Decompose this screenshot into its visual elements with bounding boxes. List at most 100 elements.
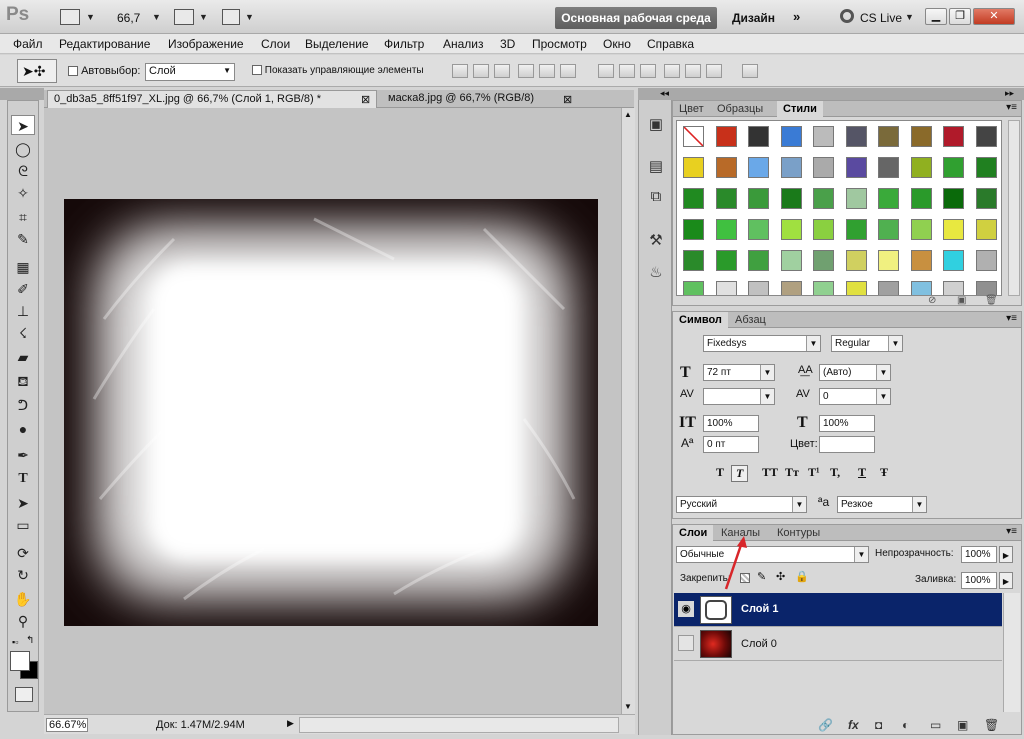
lock-image-icon[interactable]: ✎ [757, 570, 766, 583]
history-panel-icon[interactable]: ⧉ [644, 186, 668, 208]
arrange-documents-icon[interactable] [174, 9, 194, 25]
status-menu-arrow-icon[interactable]: ▶ [287, 718, 294, 729]
style-swatch[interactable] [813, 126, 834, 147]
style-swatch[interactable] [780, 281, 802, 295]
style-swatch[interactable] [715, 126, 737, 147]
paint-bucket-tool-icon[interactable]: ⛾ [11, 371, 35, 391]
blend-mode-dropdown[interactable]: Обычные [676, 546, 869, 563]
tab-styles[interactable]: Стили [777, 101, 823, 117]
layer-row-layer1[interactable]: ◉ Слой 1 [674, 593, 1002, 627]
style-swatch[interactable] [878, 281, 899, 295]
magic-wand-tool-icon[interactable]: ✧ [11, 183, 35, 203]
align-bottom-icon[interactable] [494, 64, 510, 78]
chevron-down-icon[interactable]: ▼ [905, 12, 914, 22]
lock-all-icon[interactable]: 🔒 [795, 570, 809, 583]
styles-scrollbar[interactable] [1008, 120, 1020, 296]
style-swatch[interactable] [878, 126, 899, 147]
tab-layers[interactable]: Слои [673, 525, 714, 541]
menu-help[interactable]: Справка [647, 37, 694, 51]
tab-character[interactable]: Символ [673, 312, 728, 328]
menu-window[interactable]: Окно [603, 37, 631, 51]
style-swatch[interactable] [748, 250, 769, 271]
eye-visibility-icon[interactable]: ◉ [678, 601, 694, 617]
style-swatch[interactable] [715, 157, 737, 178]
distribute-vcenter-icon[interactable] [619, 64, 635, 78]
style-swatch[interactable] [943, 219, 964, 240]
default-colors-icon[interactable]: ▪▫ [12, 637, 18, 647]
style-swatch[interactable] [878, 188, 899, 209]
style-swatch[interactable] [813, 188, 834, 209]
style-swatch[interactable] [683, 126, 704, 147]
tab-color[interactable]: Цвет [673, 101, 710, 117]
align-top-icon[interactable] [452, 64, 468, 78]
style-swatch[interactable] [748, 188, 769, 209]
move-tool-icon[interactable]: ➤ [11, 115, 35, 135]
lock-position-icon[interactable]: ✣ [776, 570, 785, 583]
tab-swatches[interactable]: Образцы [711, 101, 769, 117]
layer-style-fx-icon[interactable]: fx [848, 718, 859, 732]
style-swatch[interactable] [845, 188, 867, 209]
style-swatch[interactable] [683, 157, 704, 178]
crop-tool-icon[interactable]: ⌗ [11, 207, 35, 227]
opacity-field[interactable]: 100% [961, 546, 997, 563]
tab-paths[interactable]: Контуры [771, 525, 826, 541]
show-transform-controls-checkbox[interactable] [252, 65, 262, 76]
distribute-bottom-icon[interactable] [640, 64, 656, 78]
align-hcenter-icon[interactable] [539, 64, 555, 78]
strikethrough-button[interactable]: Ŧ [880, 465, 888, 480]
link-layers-icon[interactable]: 🔗 [818, 718, 833, 732]
style-swatch[interactable] [975, 250, 997, 271]
menu-3d[interactable]: 3D [500, 37, 515, 51]
style-swatch[interactable] [845, 281, 867, 295]
clear-style-icon[interactable]: ⊘ [928, 295, 936, 306]
swap-colors-icon[interactable]: ↰ [26, 635, 34, 646]
delete-layer-icon[interactable]: 🗑 [984, 718, 999, 732]
visibility-toggle-empty[interactable] [678, 635, 694, 651]
subscript-button[interactable]: T, [830, 465, 840, 480]
new-style-icon[interactable]: ▣ [957, 295, 966, 306]
style-swatch[interactable] [813, 157, 834, 178]
zoom-tool-icon[interactable]: ⚲ [11, 611, 35, 631]
healing-brush-tool-icon[interactable]: ▦ [11, 257, 35, 277]
style-swatch[interactable] [683, 188, 704, 209]
style-swatch[interactable] [910, 250, 932, 271]
dodge-tool-icon[interactable]: ᕤ [11, 395, 35, 415]
chevron-down-icon[interactable]: ▼ [876, 365, 890, 380]
menu-view[interactable]: Просмотр [532, 37, 587, 51]
style-swatch[interactable] [748, 219, 769, 240]
chevron-down-icon[interactable]: ▼ [888, 336, 902, 351]
auto-align-layers-icon[interactable] [742, 64, 758, 78]
style-swatch[interactable] [943, 157, 964, 178]
style-swatch[interactable] [943, 281, 964, 295]
fill-field[interactable]: 100% [961, 572, 997, 589]
style-swatch[interactable] [845, 157, 867, 178]
style-swatch[interactable] [878, 250, 899, 271]
style-swatch[interactable] [910, 219, 932, 240]
lasso-tool-icon[interactable]: ᘓ [11, 161, 35, 181]
style-swatch[interactable] [910, 281, 932, 295]
status-zoom-field[interactable]: 66.67% [46, 718, 88, 732]
vignette-frame-image[interactable] [64, 199, 598, 626]
language-dropdown[interactable]: Русский [676, 496, 807, 513]
new-group-icon[interactable]: ▭ [930, 718, 941, 732]
workspace-design-button[interactable]: Дизайн [732, 11, 775, 25]
tab-document-2[interactable]: маска8.jpg @ 66,7% (RGB/8) [382, 90, 582, 108]
style-swatch[interactable] [683, 281, 704, 295]
close-tab-icon[interactable]: ⊠ [563, 93, 572, 106]
style-swatch[interactable] [975, 281, 997, 295]
style-swatch[interactable] [845, 219, 867, 240]
menu-image[interactable]: Изображение [168, 37, 244, 51]
path-selection-tool-icon[interactable]: ➤ [11, 493, 35, 513]
distribute-right-icon[interactable] [706, 64, 722, 78]
menu-filter[interactable]: Фильтр [384, 37, 424, 51]
autoselect-dropdown[interactable]: Слой ▼ [145, 63, 235, 81]
autoselect-checkbox[interactable] [68, 66, 78, 77]
style-swatch[interactable] [845, 126, 867, 147]
info-panel-icon[interactable]: ▤ [644, 156, 668, 178]
chevron-down-icon[interactable]: ▼ [854, 547, 868, 562]
style-swatch[interactable] [683, 219, 704, 240]
actions-panel-icon[interactable]: ♨ [644, 262, 668, 284]
menu-analysis[interactable]: Анализ [443, 37, 484, 51]
style-swatch[interactable] [910, 188, 932, 209]
style-swatch[interactable] [780, 188, 802, 209]
